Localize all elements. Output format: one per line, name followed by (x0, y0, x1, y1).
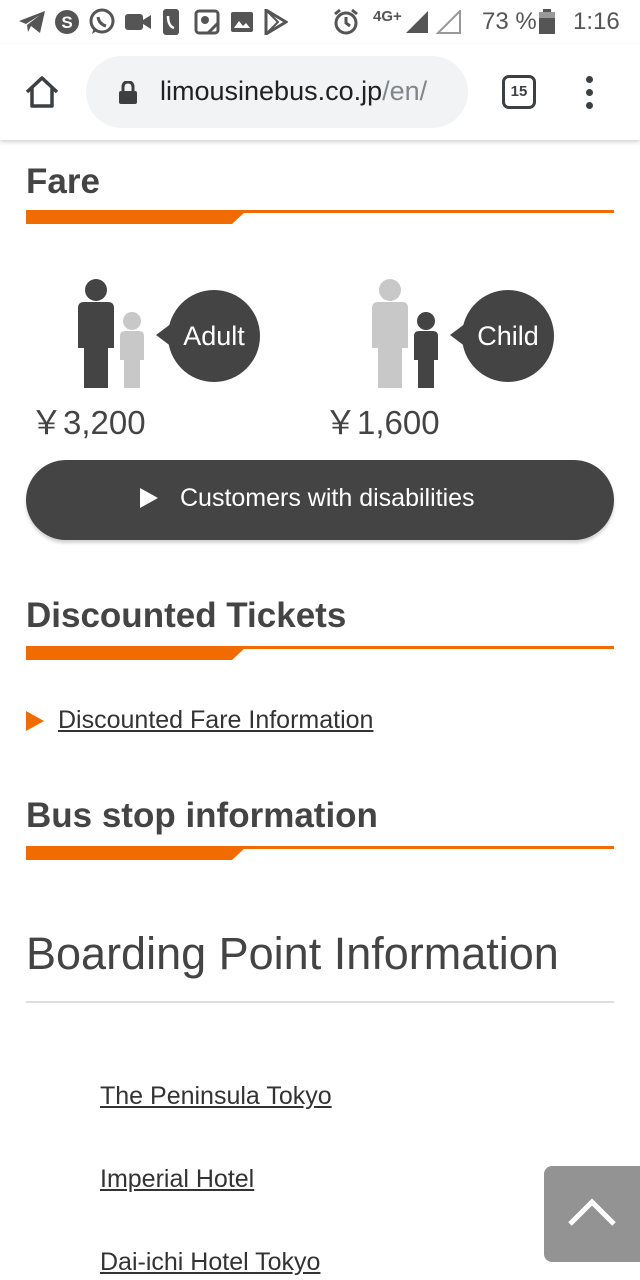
fare-title: Fare (26, 162, 100, 201)
adult-figure: Adult (74, 278, 274, 388)
tabs-icon[interactable]: 15 (502, 75, 536, 109)
discounted-section-header: Discounted Tickets (26, 596, 614, 660)
whatsapp-icon (88, 8, 116, 35)
back-to-top-button[interactable] (544, 1166, 640, 1262)
adult-badge: Adult (168, 290, 260, 382)
stop-link-daiichi[interactable]: Dai-ichi Hotel Tokyo (100, 1248, 320, 1277)
skype-icon: S (54, 9, 80, 35)
battery-percent: 73 % (482, 8, 537, 35)
lock-icon (118, 80, 138, 105)
child-person-icon (372, 279, 438, 388)
child-figure: Child (368, 278, 568, 388)
orange-arrow-icon (26, 711, 44, 731)
discounted-fare-link[interactable]: Discounted Fare Information (58, 706, 373, 735)
network-type: 4G+ (373, 8, 402, 25)
status-bar: S 4G+ 73 % 1:16 (0, 0, 640, 44)
battery-icon (538, 9, 556, 35)
more-vert-icon[interactable] (580, 74, 600, 112)
discounted-title: Discounted Tickets (26, 596, 347, 635)
section-rule (26, 210, 614, 224)
location-icon (194, 9, 220, 35)
page-content: Fare Adult ￥3,200 Child ￥1,600 Customers… (0, 140, 640, 1280)
url-text: limousinebus.co.jp/en/ (160, 76, 427, 107)
url-path: /en/ (382, 76, 428, 106)
svg-text:S: S (61, 13, 72, 32)
address-bar[interactable]: limousinebus.co.jp/en/ (86, 56, 468, 128)
bus-stop-section-header: Bus stop information (26, 796, 614, 860)
chevron-up-icon (568, 1198, 616, 1226)
child-badge: Child (462, 290, 554, 382)
stop-link-peninsula[interactable]: The Peninsula Tokyo (100, 1082, 332, 1111)
alarm-icon (332, 8, 360, 35)
play-store-icon (264, 9, 288, 35)
clock-time: 1:16 (573, 8, 620, 35)
phone-icon (162, 9, 180, 35)
url-domain: limousinebus.co.jp (160, 76, 383, 106)
adult-person-icon (78, 279, 144, 388)
boarding-point-heading: Boarding Point Information (26, 928, 559, 979)
signal-icon (404, 9, 462, 35)
section-rule (26, 646, 614, 660)
adult-price: ￥3,200 (30, 404, 146, 441)
play-arrow-icon (140, 488, 158, 508)
section-rule (26, 846, 614, 860)
home-icon[interactable] (22, 72, 62, 112)
image-icon (230, 9, 254, 35)
stop-link-imperial[interactable]: Imperial Hotel (100, 1165, 254, 1194)
disabilities-button[interactable]: Customers with disabilities (26, 460, 614, 540)
bus-stop-title: Bus stop information (26, 796, 378, 835)
browser-toolbar: limousinebus.co.jp/en/ 15 (0, 44, 640, 140)
telegram-icon (18, 9, 46, 35)
disabilities-button-label: Customers with disabilities (180, 484, 475, 512)
heading-divider (26, 1001, 614, 1003)
child-price: ￥1,600 (324, 404, 440, 441)
fare-section-header: Fare (26, 162, 614, 224)
video-call-icon (124, 9, 152, 35)
